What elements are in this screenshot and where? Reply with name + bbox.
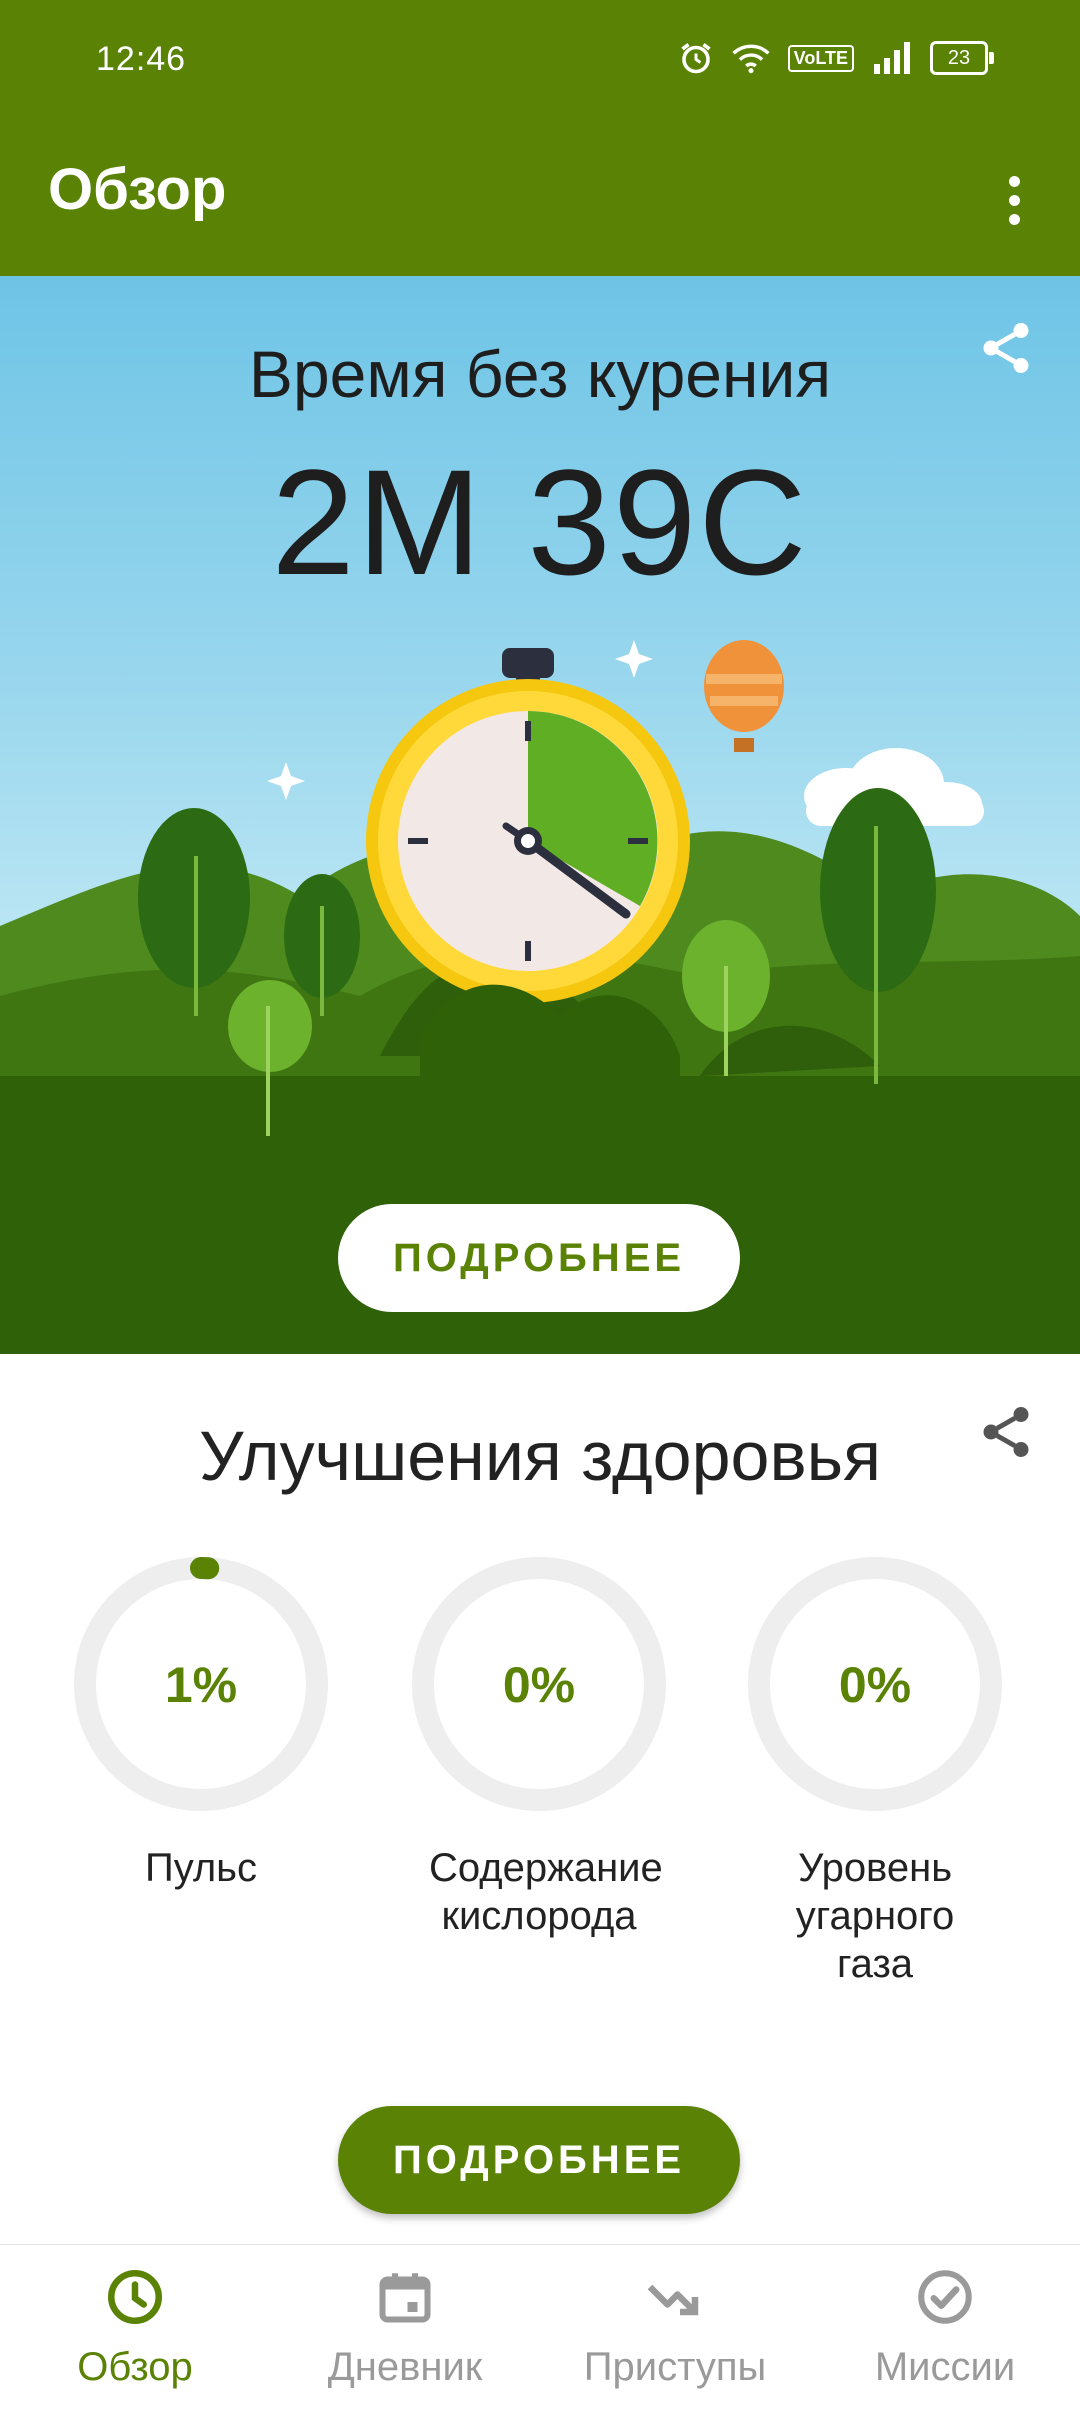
balloon-illustration (704, 640, 784, 752)
clock-icon (108, 2270, 162, 2324)
trend-down-icon (647, 2284, 699, 2316)
carbon-monoxide-label: Уровень угарного газа (795, 1846, 955, 1986)
bottom-navigation: Обзор Дневник Приступы Миссии (0, 2244, 1080, 2413)
nav-item-missions[interactable]: Миссии (810, 2245, 1080, 2413)
nav-item-label: Дневник (327, 2345, 483, 2389)
pulse-progress-ring: 1% (73, 1556, 329, 1812)
nav-item-overview[interactable]: Обзор (0, 2245, 270, 2413)
health-title: Улучшения здоровья (198, 1417, 882, 1495)
status-bar: 12:46 VoLTE 23 (0, 0, 1080, 120)
pulse-percent: 1% (164, 1657, 238, 1713)
smoke-free-timer-card: Время без курения 2М 39С ПОДРОБНЕЕ (0, 276, 1080, 1354)
oxygen-progress-ring: 0% (411, 1556, 667, 1812)
health-details-button[interactable]: ПОДРОБНЕЕ (338, 2106, 740, 2214)
battery-icon: 23 (930, 41, 994, 75)
oxygen-label: Содержание кислорода (429, 1846, 663, 1938)
volte-badge: VoLTE (787, 44, 854, 72)
carbon-monoxide-progress-ring: 0% (747, 1556, 1003, 1812)
nav-item-diary[interactable]: Дневник (270, 2245, 540, 2413)
carbon-monoxide-percent: 0% (838, 1657, 912, 1713)
alarm-icon (681, 43, 711, 74)
timer-details-button[interactable]: ПОДРОБНЕЕ (338, 1204, 740, 1312)
oxygen-percent: 0% (502, 1657, 576, 1713)
app-bar: Обзор (0, 120, 1080, 276)
page-title: Обзор (48, 157, 227, 222)
calendar-icon (379, 2273, 431, 2323)
pulse-label: Пульс (144, 1846, 258, 1890)
check-circle-icon (918, 2270, 972, 2324)
signal-icon (874, 42, 910, 74)
nav-item-cravings[interactable]: Приступы (540, 2245, 810, 2413)
smoke-free-label: Время без курения (248, 337, 832, 411)
stopwatch-illustration (366, 648, 690, 1003)
nav-item-label: Миссии (874, 2345, 1016, 2389)
nav-item-label: Обзор (77, 2345, 193, 2389)
smoke-free-elapsed-time: 2М 39С (271, 438, 809, 606)
nav-item-label: Приступы (583, 2345, 767, 2389)
overflow-menu-icon[interactable] (984, 160, 1044, 240)
status-icons: VoLTE 23 (678, 40, 994, 76)
wifi-icon (732, 44, 770, 74)
health-improvements-card: Улучшения здоровья 1% Пульс 0% Содержани… (0, 1354, 1080, 2244)
status-time: 12:46 (96, 40, 187, 78)
